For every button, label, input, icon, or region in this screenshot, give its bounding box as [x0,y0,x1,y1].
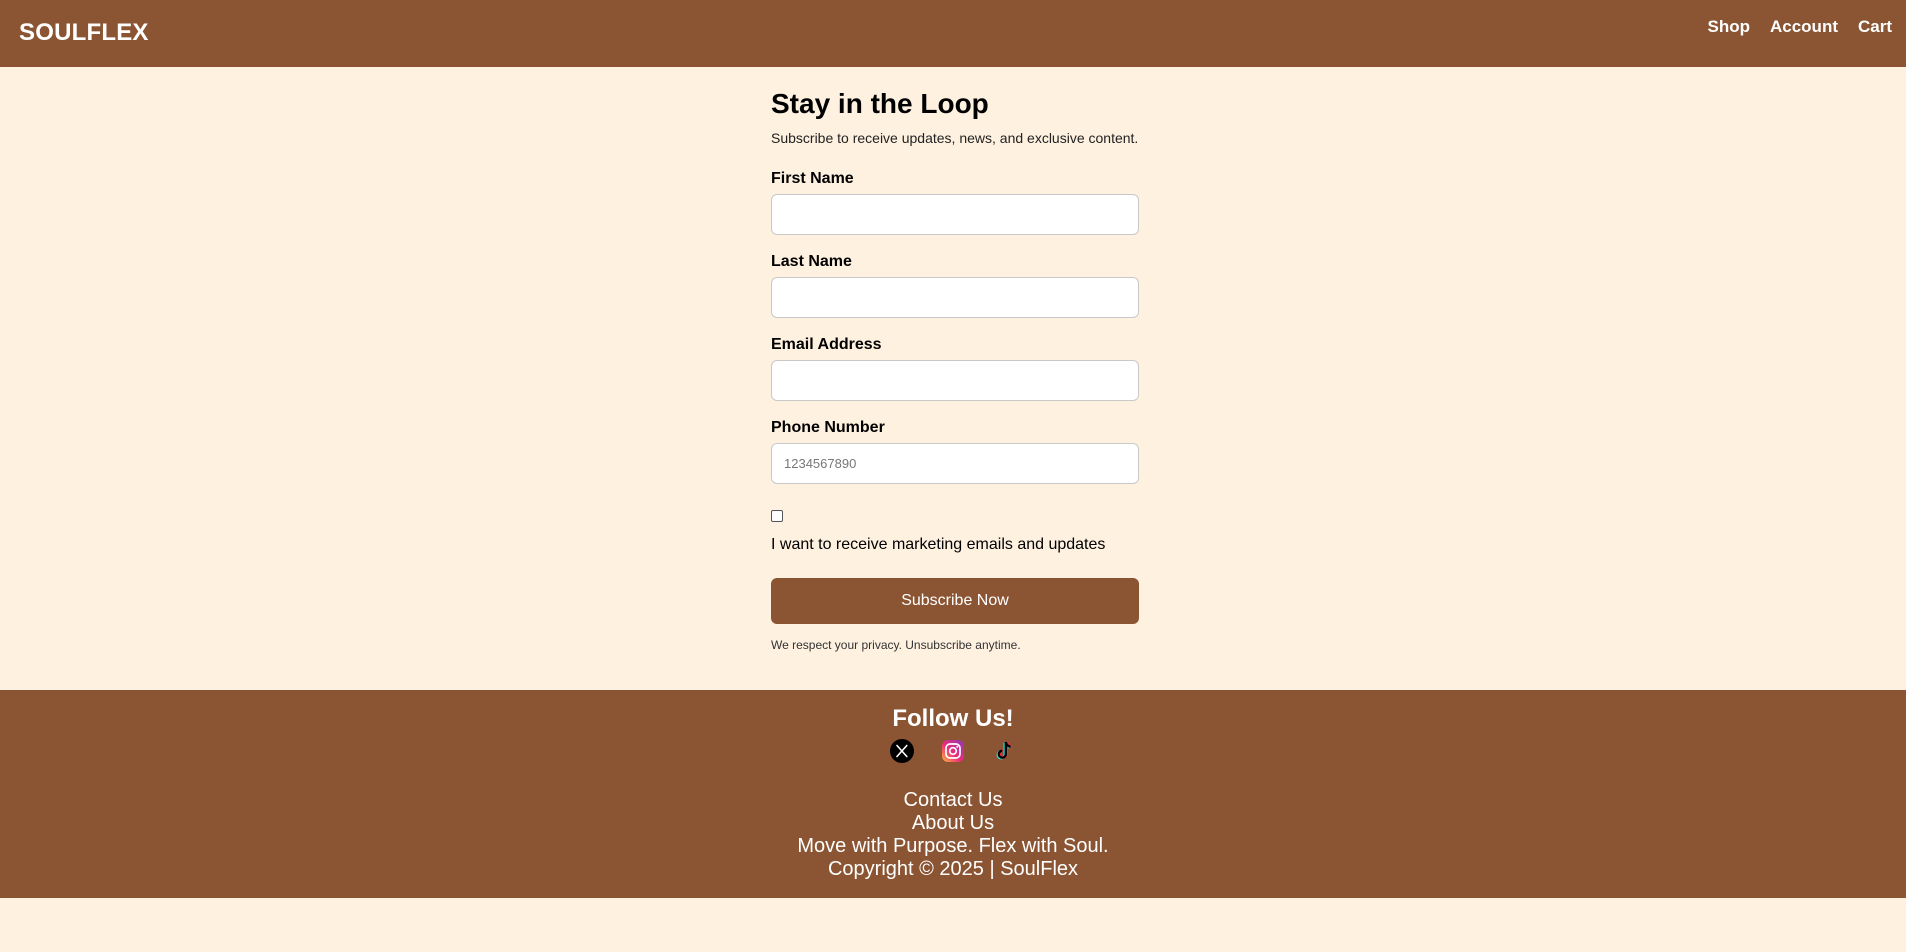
last-name-group: Last Name [771,252,1139,318]
instagram-icon[interactable] [941,739,965,763]
email-input[interactable] [771,360,1139,401]
main-nav: Shop Account Cart [1707,17,1892,37]
x-icon[interactable] [890,739,914,763]
phone-group: Phone Number [771,418,1139,484]
last-name-label: Last Name [771,253,852,270]
marketing-checkbox[interactable] [771,510,783,522]
follow-title: Follow Us! [892,705,1014,732]
first-name-label: First Name [771,170,854,187]
email-label: Email Address [771,336,882,353]
last-name-input[interactable] [771,277,1139,318]
form-title: Stay in the Loop [771,88,989,119]
nav-account-link[interactable]: Account [1770,17,1838,37]
site-footer: Follow Us! Contact Us About Us Move with… [0,690,1906,898]
footer-copyright: Copyright © 2025 | SoulFlex [827,858,1079,880]
subscribe-form: Stay in the Loop Subscribe to receive up… [771,84,1139,652]
subscribe-button[interactable]: Subscribe Now [771,578,1139,624]
first-name-input[interactable] [771,194,1139,235]
first-name-group: First Name [771,169,1139,235]
nav-cart-link[interactable]: Cart [1858,17,1892,37]
marketing-checkbox-label: I want to receive marketing emails and u… [771,536,1106,553]
social-links [0,739,1906,763]
nav-shop-link[interactable]: Shop [1707,17,1750,37]
contact-us-link[interactable]: Contact Us [904,789,1003,811]
top-navigation-bar: SOULFLEX Shop Account Cart [0,0,1906,67]
footer-tagline: Move with Purpose. Flex with Soul. [797,835,1109,857]
phone-input[interactable] [771,443,1139,484]
form-subtitle: Subscribe to receive updates, news, and … [771,130,1139,146]
phone-label: Phone Number [771,419,885,436]
email-group: Email Address [771,335,1139,401]
footer-links: Contact Us About Us Move with Purpose. F… [0,789,1906,881]
brand-logo-text[interactable]: SOULFLEX [19,19,149,47]
about-us-link[interactable]: About Us [912,812,994,834]
privacy-note: We respect your privacy. Unsubscribe any… [771,638,1021,652]
tiktok-icon[interactable] [992,739,1016,763]
